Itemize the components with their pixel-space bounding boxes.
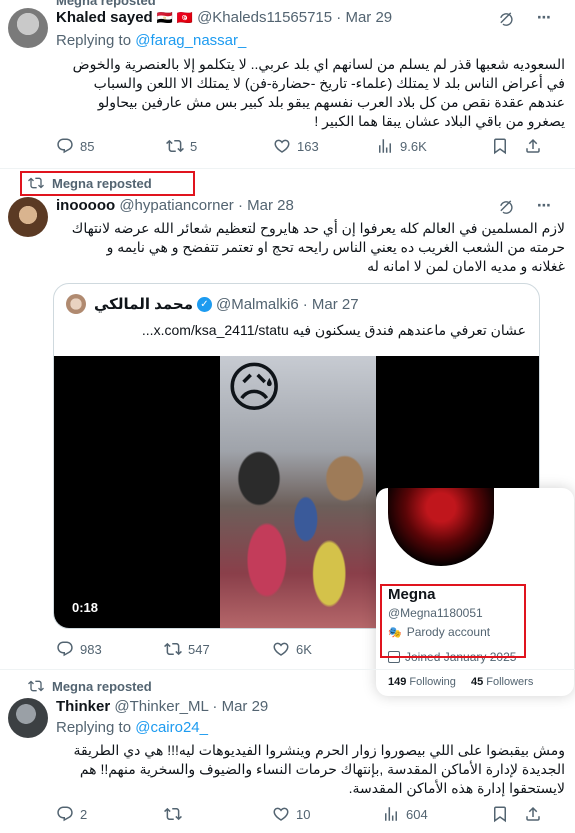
repost-button[interactable] <box>164 805 188 823</box>
author-handle[interactable]: @Khaleds11565715 <box>197 9 332 26</box>
quoted-text: عشان تعرفي ماعندهم فندق يسكنون فيه x.com… <box>141 322 526 338</box>
sad-face-emoji: 😥 <box>226 358 283 418</box>
avatar[interactable] <box>8 197 48 237</box>
repost-icon <box>28 678 44 694</box>
like-button[interactable]: 6K <box>272 640 312 658</box>
replying-prefix: Replying to <box>56 32 132 49</box>
heart-icon <box>272 640 290 658</box>
profile-hovercard[interactable]: Megna @Megna1180051 🎭 Parody account Joi… <box>376 488 574 696</box>
text-line: غغلانه و مديه الامان لمن لا امانه له <box>367 258 565 274</box>
views-button[interactable]: 9.6K <box>376 137 427 155</box>
text-line: حرمته من الشعب الغريب ده يعني الناس رايح… <box>106 239 565 255</box>
grok-icon[interactable] <box>498 10 515 27</box>
views-button[interactable]: 604 <box>382 805 428 823</box>
flags: 🇪🇬 🇹🇳 <box>156 10 193 25</box>
author-handle[interactable]: @hypatiancorner <box>119 197 233 214</box>
quoted-date[interactable]: · Mar 27 <box>303 296 359 313</box>
video-duration: 0:18 <box>72 600 99 615</box>
repost-button[interactable]: 5 <box>166 137 197 155</box>
share-button[interactable] <box>524 137 542 155</box>
avatar[interactable] <box>66 294 86 314</box>
like-button[interactable]: 163 <box>273 137 319 155</box>
bookmark-button[interactable] <box>491 137 509 155</box>
tweet-date[interactable]: · Mar 28 <box>238 197 294 214</box>
grok-icon[interactable] <box>498 198 515 215</box>
text-line: عندهم عقدة نقص من كل بلاد العرب نفسهم يب… <box>97 94 565 110</box>
repost-icon <box>164 640 182 658</box>
quoted-author-name[interactable]: محمد المالكي <box>94 295 193 313</box>
replying-prefix: Replying to <box>56 719 132 736</box>
text-line: السعوديه شعبها قذر لم يسلم من لسانهم اي … <box>72 56 565 72</box>
like-button[interactable]: 10 <box>272 805 310 823</box>
tweet-text: السعوديه شعبها قذر لم يسلم من لسانهم اي … <box>56 55 565 131</box>
author-handle[interactable]: @Thinker_ML <box>114 698 208 715</box>
heart-icon <box>272 805 290 823</box>
profile-avatar[interactable] <box>388 488 494 566</box>
author-name[interactable]: inooooo <box>56 197 115 214</box>
replying-to-link[interactable]: @cairo24_ <box>135 719 208 736</box>
author-name[interactable]: Khaled sayed <box>56 9 153 26</box>
more-options-icon[interactable]: ⋯ <box>537 198 551 215</box>
reply-button[interactable]: 85 <box>56 137 94 155</box>
quoted-author-handle[interactable]: @Malmalki6 <box>216 296 299 313</box>
highlight-box <box>380 584 526 658</box>
bookmark-icon <box>491 137 509 155</box>
text-line: لايستحقوا إدارة هذه الأماكن المقدسة. <box>348 780 565 796</box>
text-line: في أعراض الناس بلد لا يمتلك (علماء- تاري… <box>93 75 565 91</box>
bookmark-button[interactable] <box>491 805 509 823</box>
share-icon <box>524 137 542 155</box>
highlight-box <box>20 171 195 196</box>
author-name[interactable]: Thinker <box>56 698 110 715</box>
views-icon <box>376 137 394 155</box>
tweet-text: لازم المسلمين في العالم كله يعرفوا إن أي… <box>56 219 565 276</box>
text-line: الجديدة لإدارة الأماكن المقدسة ,بإنتهاك … <box>79 761 565 777</box>
tweet-1[interactable]: Khaled sayed 🇪🇬 🇹🇳 @Khaleds11565715 · Ma… <box>0 0 575 170</box>
replying-to-link[interactable]: @farag_nassar_ <box>135 32 246 49</box>
reply-icon <box>56 805 74 823</box>
views-icon <box>382 805 400 823</box>
avatar[interactable] <box>8 8 48 48</box>
verified-icon: ✓ <box>196 296 212 312</box>
reply-button[interactable]: 983 <box>56 640 102 658</box>
tweet-text: ومش بيقبضوا على اللي بيصوروا زوار الحرم … <box>56 741 565 798</box>
repost-label[interactable]: Megna reposted <box>52 679 152 694</box>
reply-icon <box>56 137 74 155</box>
repost-button[interactable]: 547 <box>164 640 210 658</box>
share-button[interactable] <box>524 805 542 823</box>
bookmark-icon <box>491 805 509 823</box>
avatar[interactable] <box>8 698 48 738</box>
share-icon <box>524 805 542 823</box>
tweet-date[interactable]: · Mar 29 <box>336 9 392 26</box>
text-line: لازم المسلمين في العالم كله يعرفوا إن أي… <box>71 220 565 236</box>
repost-icon <box>164 805 182 823</box>
heart-icon <box>273 137 291 155</box>
text-line: ومش بيقبضوا على اللي بيصوروا زوار الحرم … <box>73 742 565 758</box>
reply-button[interactable]: 2 <box>56 805 87 823</box>
tweet-3[interactable]: Megna reposted Thinker @Thinker_ML · Mar… <box>0 670 575 833</box>
more-options-icon[interactable]: ⋯ <box>537 10 551 27</box>
tweet-date[interactable]: · Mar 29 <box>212 698 268 715</box>
reply-icon <box>56 640 74 658</box>
text-line: يصغرو من باقي البلاد عشان يبقا هما الكبي… <box>314 113 565 129</box>
repost-icon <box>166 137 184 155</box>
